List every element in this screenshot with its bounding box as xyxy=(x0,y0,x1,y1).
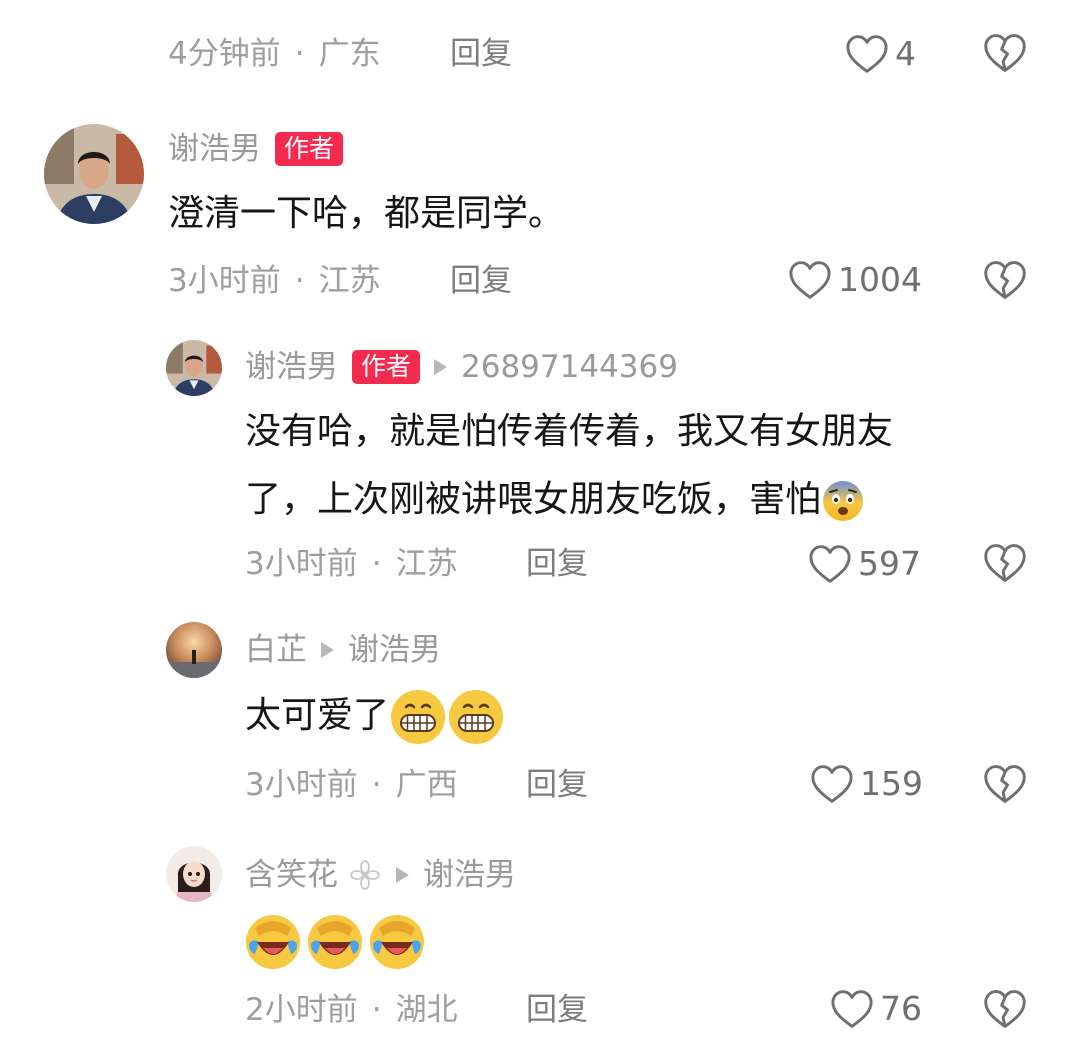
fearful-face-emoji xyxy=(823,481,864,521)
username[interactable]: 白芷 xyxy=(245,630,307,670)
reply-to-user[interactable]: 谢浩男 xyxy=(423,855,516,895)
reply-button[interactable]: 回复 xyxy=(526,544,588,584)
flower-icon xyxy=(350,860,380,890)
dislike-button[interactable] xyxy=(983,988,1027,1034)
reply-arrow-icon xyxy=(434,359,448,375)
comment-author[interactable]: 谢浩男 作者 xyxy=(168,129,344,169)
author-badge: 作者 xyxy=(352,350,421,384)
like-count: 159 xyxy=(860,764,923,803)
comment-meta: 2小时前 · 湖北 xyxy=(245,990,458,1030)
comment-text-line: 没有哈，就是怕传着传着，我又有女朋友 xyxy=(245,411,894,452)
avatar[interactable] xyxy=(166,622,222,678)
avatar[interactable] xyxy=(166,846,222,902)
rolling-laughing-emoji xyxy=(308,915,362,969)
heart-icon xyxy=(789,261,831,299)
comment-time: 3小时前 xyxy=(245,767,358,803)
avatar[interactable] xyxy=(44,124,144,224)
like-button[interactable]: 597 xyxy=(808,542,921,586)
avatar[interactable] xyxy=(166,340,222,396)
reply-button[interactable]: 回复 xyxy=(450,261,512,301)
heart-icon xyxy=(846,35,888,73)
rolling-laughing-emoji xyxy=(246,915,300,969)
comment-time: 3小时前 xyxy=(245,546,358,582)
grinning-face-emoji xyxy=(449,690,504,744)
separator: · xyxy=(371,546,382,582)
comment-location: 广西 xyxy=(395,767,458,803)
username[interactable]: 谢浩男 xyxy=(245,347,338,387)
dislike-button[interactable] xyxy=(983,259,1027,305)
comment-author[interactable]: 谢浩男 作者 26897144369 xyxy=(245,347,678,387)
broken-heart-icon xyxy=(984,34,1026,72)
comment-text: 没有哈，就是怕传着传着，我又有女朋友 了，上次刚被讲喂女朋友吃饭，害怕 xyxy=(245,398,1005,534)
broken-heart-icon xyxy=(984,990,1026,1028)
comment-author[interactable]: 白芷 谢浩男 xyxy=(245,630,441,670)
reply-arrow-icon xyxy=(396,867,409,883)
reply-button[interactable]: 回复 xyxy=(450,34,512,74)
comment-text: 太可爱了 xyxy=(245,682,505,750)
reply-arrow-icon xyxy=(321,642,334,658)
heart-icon xyxy=(811,765,853,803)
comment-location: 江苏 xyxy=(395,546,458,582)
broken-heart-icon xyxy=(984,544,1026,582)
like-button[interactable]: 159 xyxy=(810,762,923,806)
separator: · xyxy=(294,36,305,72)
comment-text: 澄清一下哈，都是同学。 xyxy=(168,193,565,234)
comment-meta: 4分钟前 · 广东 xyxy=(168,34,381,74)
comment-meta: 3小时前 · 江苏 xyxy=(168,261,381,301)
like-button[interactable]: 76 xyxy=(830,987,922,1031)
comment-emoji-content xyxy=(243,912,427,972)
comment-author[interactable]: 含笑花 谢浩男 xyxy=(245,855,516,895)
comment-meta: 3小时前 · 广西 xyxy=(245,765,458,805)
comment-time: 2小时前 xyxy=(245,992,358,1028)
comment-meta: 3小时前 · 江苏 xyxy=(245,544,458,584)
separator: · xyxy=(294,263,305,299)
like-button[interactable]: 4 xyxy=(845,32,916,76)
dislike-button[interactable] xyxy=(983,32,1027,78)
reply-button[interactable]: 回复 xyxy=(526,990,588,1030)
rolling-laughing-emoji xyxy=(370,915,424,969)
heart-icon xyxy=(809,545,851,583)
username[interactable]: 含笑花 xyxy=(245,855,338,895)
like-count: 597 xyxy=(858,544,921,583)
heart-icon xyxy=(831,990,873,1028)
comment-location: 湖北 xyxy=(395,992,458,1028)
dislike-button[interactable] xyxy=(983,542,1027,588)
comment-time: 3小时前 xyxy=(168,263,281,299)
comment-location: 江苏 xyxy=(318,263,381,299)
comment-time: 4分钟前 xyxy=(168,36,281,72)
separator: · xyxy=(371,992,382,1028)
broken-heart-icon xyxy=(984,765,1026,803)
author-badge: 作者 xyxy=(275,132,344,166)
broken-heart-icon xyxy=(984,261,1026,299)
comment-text-line: 了，上次刚被讲喂女朋友吃饭，害怕 xyxy=(245,466,1005,534)
reply-button[interactable]: 回复 xyxy=(526,765,588,805)
comment-location: 广东 xyxy=(318,36,381,72)
separator: · xyxy=(371,767,382,803)
like-count: 4 xyxy=(895,34,916,73)
like-button[interactable]: 1004 xyxy=(788,258,922,302)
reply-to-user[interactable]: 谢浩男 xyxy=(348,630,441,670)
grinning-face-emoji xyxy=(391,690,446,744)
like-count: 76 xyxy=(880,989,922,1028)
dislike-button[interactable] xyxy=(983,763,1027,809)
like-count: 1004 xyxy=(838,260,922,299)
username[interactable]: 谢浩男 xyxy=(168,129,261,169)
reply-to-user[interactable]: 26897144369 xyxy=(461,347,678,387)
